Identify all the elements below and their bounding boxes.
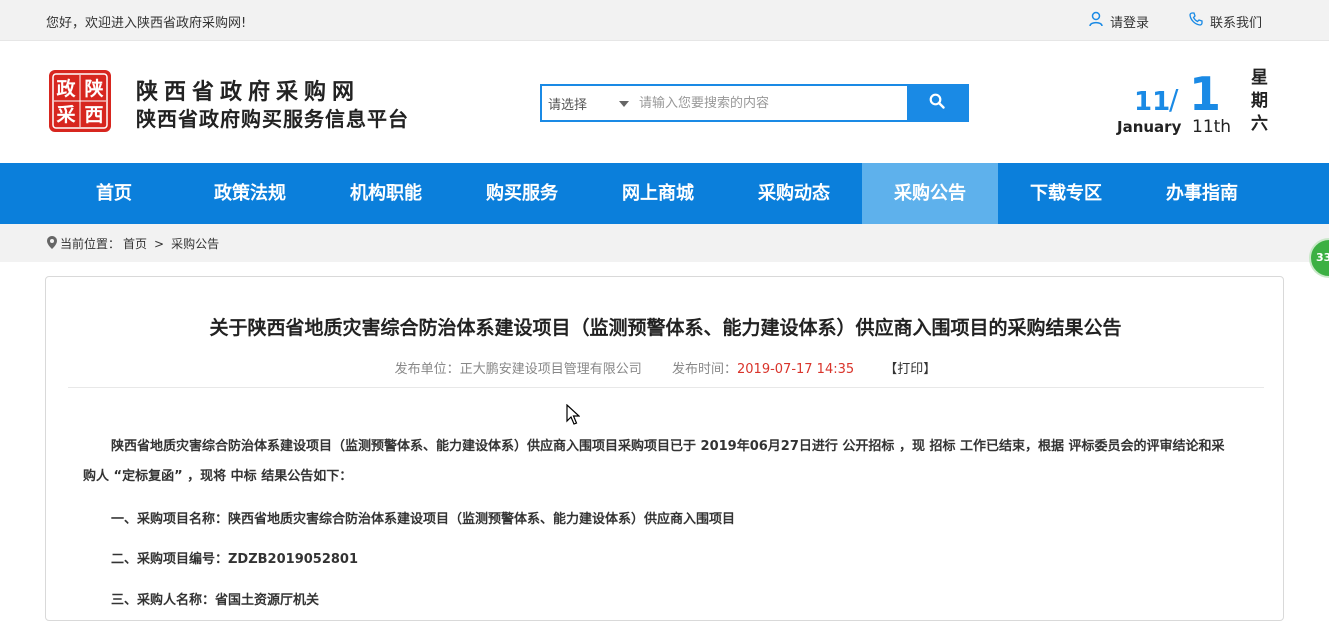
- breadcrumb-current[interactable]: 采购公告: [171, 235, 219, 252]
- nav-item-procurement-notices[interactable]: 采购公告: [862, 163, 998, 224]
- nav-item-organization[interactable]: 机构职能: [318, 163, 454, 224]
- phone-icon: [1188, 11, 1204, 31]
- date-widget: 11 / 1 January 11th 星期六: [1117, 65, 1277, 145]
- date-slash: /: [1169, 83, 1179, 116]
- search-button[interactable]: [907, 86, 967, 120]
- site-title: 陕西省政府采购网: [136, 80, 361, 105]
- print-link[interactable]: 【打印】: [884, 362, 936, 377]
- svg-text:西: 西: [84, 104, 103, 126]
- announcement-body: 陕西省地质灾害综合防治体系建设项目（监测预警体系、能力建设体系）供应商入围项目采…: [83, 439, 1225, 484]
- user-icon: [1088, 11, 1104, 31]
- breadcrumb-bar: 当前位置： 首页 > 采购公告: [0, 224, 1329, 262]
- login-label: 请登录: [1110, 15, 1150, 31]
- caret-down-icon: [619, 96, 629, 111]
- welcome-text: 您好，欢迎进入陕西省政府采购网!: [46, 16, 247, 31]
- site-subtitle: 陕西省政府购买服务信息平台: [136, 107, 409, 131]
- breadcrumb-home[interactable]: 首页: [123, 235, 147, 252]
- breadcrumb-prefix: 当前位置：: [60, 237, 121, 251]
- announcement-meta: 发布单位：正大鹏安建设项目管理有限公司 发布时间：2019-07-17 14:3…: [46, 358, 1285, 377]
- svg-text:陕: 陕: [84, 77, 103, 100]
- nav-item-online-mall[interactable]: 网上商城: [590, 163, 726, 224]
- breadcrumb-separator: >: [154, 236, 165, 251]
- search-input[interactable]: [637, 86, 907, 120]
- location-pin-icon: [47, 235, 57, 252]
- svg-text:政: 政: [56, 77, 76, 100]
- breadcrumb: 当前位置： 首页 > 采购公告: [47, 235, 219, 252]
- search-icon: [929, 93, 945, 113]
- date-month-name: January: [1117, 118, 1182, 136]
- publish-time-value: 2019-07-17 14:35: [737, 362, 855, 377]
- svg-text:采: 采: [56, 104, 75, 126]
- date-weekday: 星期六: [1251, 68, 1268, 134]
- top-bar: 您好，欢迎进入陕西省政府采购网! 请登录 联系我们: [0, 0, 1329, 41]
- date-month-number: 11: [1134, 87, 1171, 117]
- publisher-value: 正大鹏安建设项目管理有限公司: [459, 362, 642, 377]
- site-header: 政 陕 采 西 陕西省政府采购网 陕西省政府购买服务信息平台 请选择 11 / …: [0, 41, 1329, 163]
- contact-link[interactable]: 联系我们: [1188, 11, 1262, 31]
- nav-item-policy[interactable]: 政策法规: [182, 163, 318, 224]
- site-logo[interactable]: 政 陕 采 西: [48, 69, 112, 133]
- date-day: 1: [1189, 67, 1222, 121]
- date-ordinal: 11th: [1192, 117, 1232, 137]
- announcement-item-purchaser: 三、采购人名称：省国土资源厅机关: [111, 593, 320, 608]
- contact-label: 联系我们: [1210, 15, 1263, 31]
- nav-item-procurement-news[interactable]: 采购动态: [726, 163, 862, 224]
- title-divider: [68, 387, 1264, 388]
- nav-item-downloads[interactable]: 下载专区: [998, 163, 1134, 224]
- publisher-label: 发布单位：: [394, 362, 460, 377]
- nav-item-home[interactable]: 首页: [46, 163, 182, 224]
- main-nav: 首页 政策法规 机构职能 购买服务 网上商城 采购动态 采购公告 下载专区 办事…: [0, 163, 1329, 224]
- search-category-select[interactable]: 请选择: [542, 86, 637, 120]
- login-link[interactable]: 请登录: [1088, 11, 1149, 31]
- nav-item-purchase-services[interactable]: 购买服务: [454, 163, 590, 224]
- announcement-item-project-number: 二、采购项目编号：ZDZB2019052801: [111, 552, 359, 567]
- nav-item-guide[interactable]: 办事指南: [1134, 163, 1270, 224]
- search-bar: 请选择: [540, 84, 969, 122]
- announcement-panel: 关于陕西省地质灾害综合防治体系建设项目（监测预警体系、能力建设体系）供应商入围项…: [45, 276, 1284, 621]
- mouse-cursor-icon: [566, 403, 581, 430]
- publish-time-label: 发布时间：: [671, 362, 737, 377]
- announcement-item-project-name: 一、采购项目名称：陕西省地质灾害综合防治体系建设项目（监测预警体系、能力建设体系…: [111, 512, 736, 527]
- announcement-title: 关于陕西省地质灾害综合防治体系建设项目（监测预警体系、能力建设体系）供应商入围项…: [209, 317, 1122, 339]
- search-select-label: 请选择: [548, 97, 588, 113]
